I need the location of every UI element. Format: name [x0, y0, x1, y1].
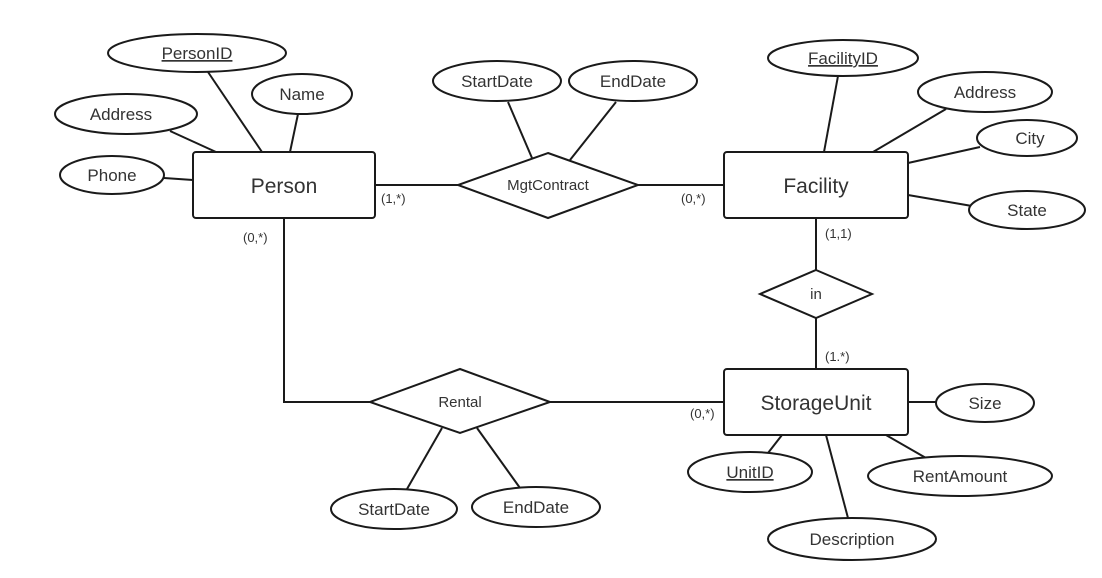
connector-facility-state — [907, 194, 973, 207]
connector-rental-startdate — [406, 427, 443, 490]
attribute-person-phone[interactable]: Phone — [59, 155, 165, 195]
attribute-mgt-enddate[interactable]: EndDate — [568, 60, 698, 102]
cardinality-storageunit-rental: (0,*) — [690, 406, 715, 421]
attribute-unit-description[interactable]: Description — [767, 517, 937, 561]
attribute-label: StartDate — [358, 500, 430, 519]
connector-person-name — [289, 113, 299, 153]
entity-person-label: Person — [251, 175, 318, 198]
relationship-mgtcontract[interactable]: MgtContract — [455, 151, 641, 220]
attribute-person-address[interactable]: Address — [54, 93, 198, 135]
attribute-person-name[interactable]: Name — [251, 73, 353, 115]
attribute-label: City — [1015, 129, 1045, 148]
attribute-unit-size[interactable]: Size — [935, 383, 1035, 423]
relationship-rental[interactable]: Rental — [367, 367, 553, 435]
connector-person-address — [169, 130, 217, 153]
attribute-label: Address — [954, 83, 1016, 102]
attribute-label: EndDate — [600, 72, 666, 91]
cardinality-storageunit-in: (1.*) — [825, 349, 850, 364]
entity-facility-label: Facility — [783, 175, 849, 198]
connector-facility-address — [872, 108, 947, 153]
attribute-facility-address[interactable]: Address — [917, 71, 1053, 113]
cardinality-facility-in: (1,1) — [825, 226, 852, 241]
entity-storageunit[interactable]: StorageUnit — [723, 368, 909, 436]
attribute-mgt-startdate[interactable]: StartDate — [432, 60, 562, 102]
attribute-label: StartDate — [461, 72, 533, 91]
er-diagram: Person Facility StorageUnit MgtContract … — [54, 33, 1086, 561]
attribute-label-key: FacilityID — [808, 49, 878, 68]
attribute-label-key: UnitID — [726, 463, 773, 482]
connector-unit-rentamount — [885, 434, 927, 459]
connector-mgt-enddate — [569, 101, 617, 161]
attribute-facility-state[interactable]: State — [968, 190, 1086, 230]
entity-person[interactable]: Person — [192, 151, 376, 219]
connector-rental-enddate — [476, 427, 521, 489]
relationship-in-label: in — [810, 286, 822, 303]
relationship-mgtcontract-label: MgtContract — [507, 177, 590, 194]
connector-person-rental — [283, 218, 370, 403]
cardinality-person-rental: (0,*) — [243, 230, 268, 245]
connector-unit-unitid — [767, 434, 783, 454]
connector-unit-description — [825, 434, 849, 519]
attribute-label: State — [1007, 201, 1047, 220]
attribute-label: EndDate — [503, 498, 569, 517]
cardinality-person-mgtcontract: (1,*) — [381, 191, 406, 206]
cardinality-facility-mgtcontract: (0,*) — [681, 191, 706, 206]
attribute-label-key: PersonID — [162, 44, 233, 63]
attribute-facility-city[interactable]: City — [976, 119, 1078, 157]
connector-person-phone — [163, 177, 194, 181]
attribute-unit-unitid[interactable]: UnitID — [687, 451, 813, 493]
attribute-label: RentAmount — [913, 467, 1008, 486]
relationship-rental-label: Rental — [438, 394, 481, 411]
connector-facility-facilityid — [823, 75, 839, 153]
connector-facility-city — [907, 146, 981, 164]
attribute-label: Address — [90, 105, 152, 124]
entity-storageunit-label: StorageUnit — [761, 392, 872, 415]
attribute-unit-rentamount[interactable]: RentAmount — [867, 455, 1053, 497]
attribute-facility-facilityid[interactable]: FacilityID — [767, 39, 919, 77]
attribute-label: Phone — [87, 166, 136, 185]
entity-facility[interactable]: Facility — [723, 151, 909, 219]
attribute-label: Description — [809, 530, 894, 549]
attribute-rental-enddate[interactable]: EndDate — [471, 486, 601, 528]
attribute-label: Name — [279, 85, 324, 104]
connector-mgt-startdate — [507, 101, 533, 159]
attribute-rental-startdate[interactable]: StartDate — [330, 488, 458, 530]
attribute-label: Size — [968, 394, 1001, 413]
attribute-person-personid[interactable]: PersonID — [107, 33, 287, 73]
relationship-in[interactable]: in — [757, 268, 875, 320]
connector-person-personid — [207, 71, 263, 153]
